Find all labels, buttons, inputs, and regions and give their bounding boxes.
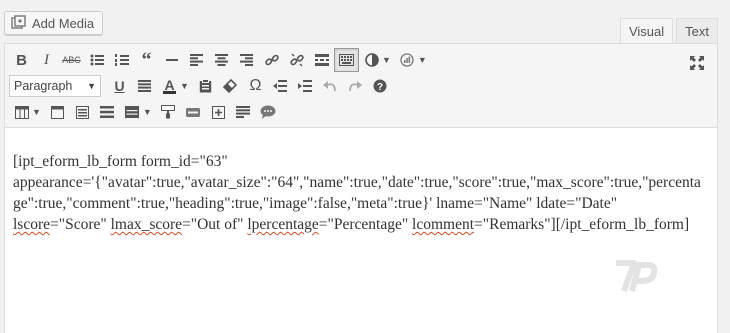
- content-line-3: ge":true,"comment":true,"heading":true,"…: [13, 195, 618, 212]
- toolbar-toggle-icon[interactable]: [334, 48, 359, 72]
- redo-icon[interactable]: [343, 74, 368, 98]
- numbered-list-icon[interactable]: [109, 48, 134, 72]
- insert-dropdown-arrow[interactable]: ▼: [143, 107, 152, 117]
- indent-icon[interactable]: [293, 74, 318, 98]
- underline-icon[interactable]: U: [107, 74, 132, 98]
- label-icon[interactable]: [181, 100, 206, 124]
- text-color-dropdown-arrow[interactable]: ▼: [180, 81, 189, 91]
- italic-icon[interactable]: I: [34, 48, 59, 72]
- read-more-icon[interactable]: [309, 48, 334, 72]
- insert-icon[interactable]: [120, 100, 145, 124]
- brush-icon[interactable]: [156, 100, 181, 124]
- editor-tabs: Visual Text: [617, 18, 718, 44]
- toolbar-row-2: Paragraph ▼ U A ▼ Ω ?: [9, 73, 393, 99]
- table-dropdown-arrow[interactable]: ▼: [32, 107, 41, 117]
- paste-text-icon[interactable]: [193, 74, 218, 98]
- content-text: ="Score": [50, 216, 111, 233]
- undo-icon[interactable]: [318, 74, 343, 98]
- columns-icon[interactable]: [70, 100, 95, 124]
- content-line-4: lscore="Score" lmax_score="Out of" lperc…: [13, 214, 713, 235]
- page-icon[interactable]: [45, 100, 70, 124]
- toolbar-row-3: ▼ ▼: [9, 99, 281, 125]
- editor-container: B I ABC “ ▼ ▼ Paragraph ▼ U A ▼ Ω ? ▼ ▼ …: [4, 43, 718, 333]
- content-line-1: [ipt_eform_lb_form form_id="63": [13, 153, 228, 170]
- horizontal-line-icon[interactable]: [159, 48, 184, 72]
- outdent-icon[interactable]: [268, 74, 293, 98]
- clear-formatting-icon[interactable]: [218, 74, 243, 98]
- watermark-logo: [612, 257, 658, 302]
- editor-content[interactable]: [ipt_eform_lb_form form_id="63" appearan…: [13, 151, 713, 235]
- content-text: ="Remarks"][/ipt_eform_lb_form]: [474, 216, 690, 233]
- justify-icon[interactable]: [132, 74, 157, 98]
- align-center-icon[interactable]: [209, 48, 234, 72]
- table-icon[interactable]: [9, 100, 34, 124]
- add-block-icon[interactable]: [206, 100, 231, 124]
- content-line-2: appearance='{"avatar":true,"avatar_size"…: [13, 174, 701, 191]
- unlink-icon[interactable]: [284, 48, 309, 72]
- fullscreen-icon[interactable]: [684, 51, 709, 75]
- contrast-dropdown-arrow[interactable]: ▼: [382, 55, 391, 65]
- content-text: ="Percentage": [318, 216, 413, 233]
- align-left-icon[interactable]: [184, 48, 209, 72]
- comment-icon[interactable]: [256, 100, 281, 124]
- paragraph-icon[interactable]: [231, 100, 256, 124]
- spellcheck-word: lscore: [13, 216, 51, 233]
- help-icon[interactable]: ?: [368, 74, 393, 98]
- svg-text:?: ?: [377, 82, 383, 93]
- align-right-icon[interactable]: [234, 48, 259, 72]
- format-select-value: Paragraph: [14, 79, 73, 93]
- format-select[interactable]: Paragraph ▼: [9, 75, 101, 97]
- special-character-icon[interactable]: Ω: [243, 74, 268, 98]
- spellcheck-word: lpercentage: [247, 216, 319, 233]
- tab-visual[interactable]: Visual: [619, 18, 674, 44]
- toolbar-row-1: B I ABC “ ▼ ▼: [9, 47, 431, 73]
- media-icon: [11, 15, 27, 31]
- content-text: ="Out of": [182, 216, 248, 233]
- contrast-icon[interactable]: [359, 48, 384, 72]
- editor-top-bar: Add Media Visual Text: [0, 0, 730, 44]
- blockquote-icon[interactable]: “: [134, 48, 159, 72]
- link-icon[interactable]: [259, 48, 284, 72]
- spellcheck-word: lmax_score: [110, 216, 183, 233]
- add-media-label: Add Media: [32, 15, 95, 31]
- plugin-dropdown-arrow[interactable]: ▼: [418, 55, 427, 65]
- bullet-list-icon[interactable]: [84, 48, 109, 72]
- text-color-icon[interactable]: A: [157, 74, 182, 98]
- bold-icon[interactable]: B: [9, 48, 34, 72]
- strikethrough-icon[interactable]: ABC: [59, 48, 84, 72]
- tab-text[interactable]: Text: [676, 18, 718, 44]
- editor-toolbar: B I ABC “ ▼ ▼ Paragraph ▼ U A ▼ Ω ? ▼ ▼: [5, 44, 717, 128]
- list-icon[interactable]: [95, 100, 120, 124]
- spellcheck-word: lcomment: [412, 216, 475, 233]
- chevron-down-icon: ▼: [87, 81, 96, 91]
- add-media-button[interactable]: Add Media: [4, 11, 104, 35]
- plugin-icon[interactable]: [395, 48, 420, 72]
